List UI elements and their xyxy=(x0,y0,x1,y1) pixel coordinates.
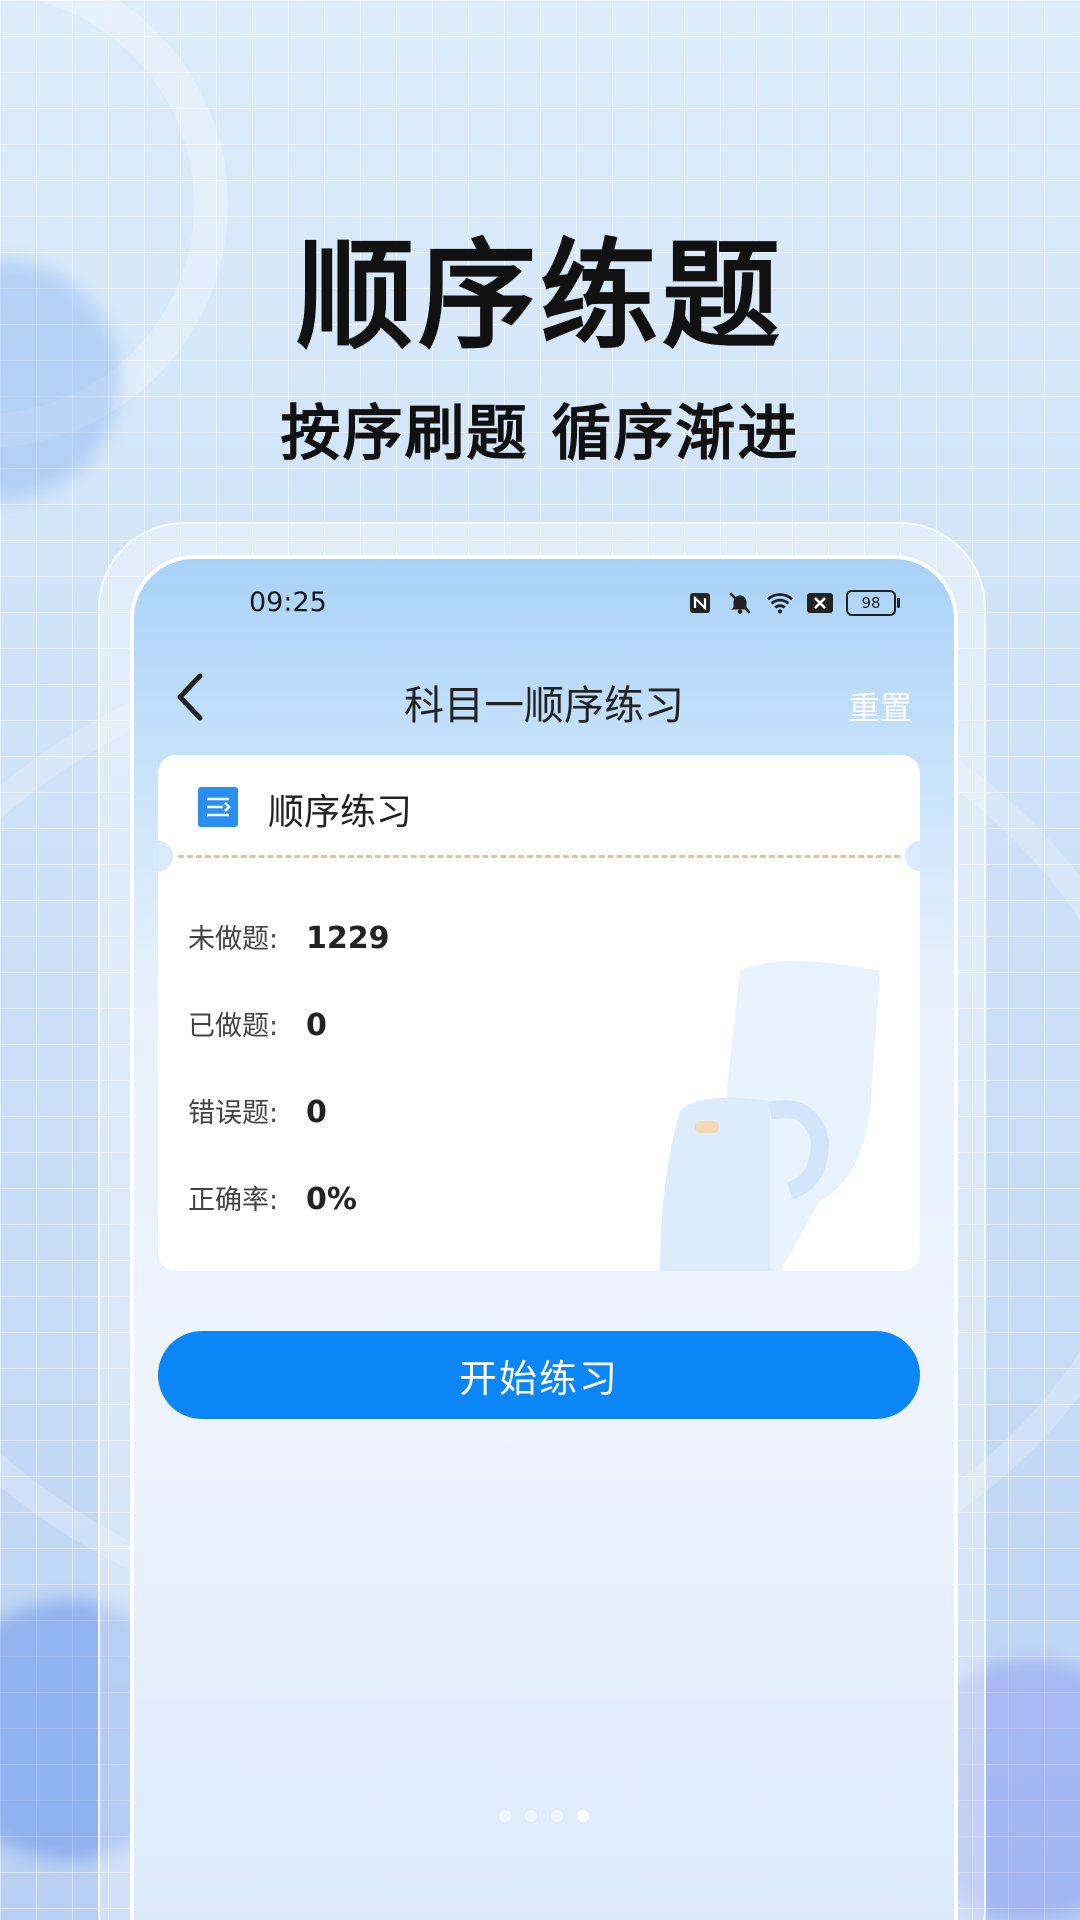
list-icon xyxy=(198,787,238,827)
stat-label: 错误题: xyxy=(188,1098,279,1129)
dashed-divider xyxy=(178,855,900,858)
promo-title: 顺序练题 xyxy=(295,227,784,365)
stat-value: 0 xyxy=(306,1008,327,1043)
stat-value: 0 xyxy=(306,1095,327,1130)
pager-dot[interactable] xyxy=(499,1810,511,1822)
promo-subtitle: 按序刷题 循序渐进 xyxy=(280,399,800,469)
battery-icon: 98 xyxy=(846,590,900,616)
pager-dot[interactable] xyxy=(525,1810,537,1822)
bell-muted-icon xyxy=(726,589,754,617)
page-title: 科目一顺序练习 xyxy=(404,683,684,729)
stat-value: 1229 xyxy=(306,921,390,956)
practice-card: 顺序练习 未做题: 1229 已做题: 0 错误题: 0 正确率: 0% xyxy=(158,755,920,1271)
card-header: 顺序练习 xyxy=(158,755,920,855)
reset-button[interactable]: 重置 xyxy=(848,683,912,729)
stat-row-done: 已做题: 0 xyxy=(188,1004,327,1043)
wifi-icon xyxy=(766,589,794,617)
stat-row-accuracy: 正确率: 0% xyxy=(188,1178,357,1217)
nav-bar: 科目一顺序练习 重置 xyxy=(134,659,954,739)
promo-page: 顺序练题 按序刷题 循序渐进 09:25 98 科目一顺序练习 重置 顺序练习 … xyxy=(0,0,1080,1920)
sim-off-icon xyxy=(806,589,834,617)
card-title: 顺序练习 xyxy=(268,792,413,833)
start-practice-button[interactable]: 开始练习 xyxy=(158,1331,920,1419)
paper-roll-illustration xyxy=(660,961,880,1271)
nfc-icon xyxy=(686,589,714,617)
pager-dot[interactable] xyxy=(551,1810,563,1822)
pager-dot-active[interactable] xyxy=(577,1810,589,1822)
stat-value: 0% xyxy=(306,1182,357,1217)
stat-label: 正确率: xyxy=(188,1185,279,1216)
phone-screen: 09:25 98 科目一顺序练习 重置 顺序练习 未做题: 1229 已做题: … xyxy=(130,555,958,1920)
stat-row-undone: 未做题: 1229 xyxy=(188,917,390,956)
stat-label: 已做题: xyxy=(188,1011,279,1042)
status-icons: 98 xyxy=(686,589,900,617)
stat-row-wrong: 错误题: 0 xyxy=(188,1091,327,1130)
status-time: 09:25 xyxy=(249,587,327,618)
status-bar: 09:25 98 xyxy=(134,587,954,627)
pager-dots xyxy=(134,1810,954,1822)
stat-label: 未做题: xyxy=(188,924,279,955)
